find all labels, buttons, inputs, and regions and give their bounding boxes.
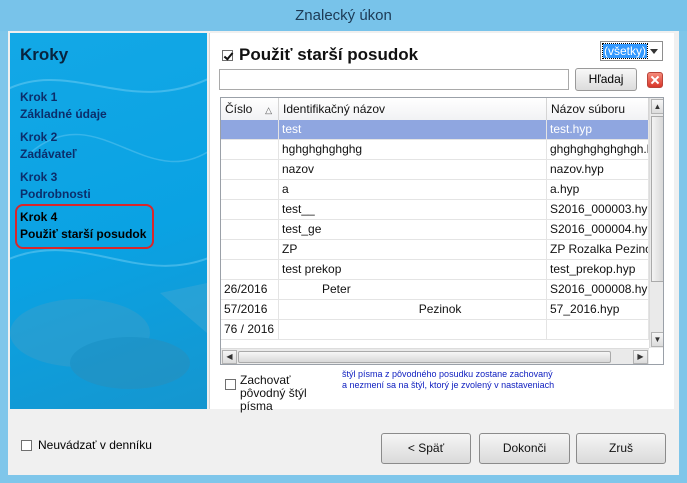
back-button[interactable]: < Späť — [381, 433, 471, 464]
column-header-file[interactable]: Názov súboru — [547, 98, 649, 120]
search-input[interactable] — [219, 69, 569, 90]
reports-table: Číslo △ Identifikačný názov Názov súboru… — [220, 97, 664, 365]
cell-file: test.hyp — [547, 120, 649, 139]
column-header-name[interactable]: Identifikačný názov — [279, 98, 547, 120]
step-number: Krok 2 — [20, 130, 58, 144]
column-header-label: Číslo — [225, 102, 253, 116]
table-header: Číslo △ Identifikačný názov Názov súboru — [221, 98, 649, 121]
cell-name: ZP — [279, 240, 547, 259]
cell-number: 26/2016 — [221, 280, 279, 299]
step-name: Zadávateľ — [20, 147, 77, 161]
keep-font-checkbox[interactable] — [225, 379, 236, 390]
table-row[interactable]: 57/2016 Pezinok 57_2016.hyp — [221, 300, 649, 320]
step-name: Použiť starší posudok — [20, 227, 147, 241]
no-log-checkbox[interactable] — [21, 440, 32, 451]
table-row[interactable]: a a.hyp — [221, 180, 649, 200]
cell-file: nazov.hyp — [547, 160, 649, 179]
step-number: Krok 4 — [20, 210, 58, 224]
step-4: Krok 4 Použiť starší posudok — [20, 209, 146, 243]
table-row[interactable]: test test.hyp — [221, 120, 649, 140]
cell-name: test__ — [279, 200, 547, 219]
cell-number — [221, 260, 279, 279]
cell-number — [221, 200, 279, 219]
scroll-up-icon[interactable]: ▲ — [651, 99, 663, 114]
steps-sidebar: Kroky Krok 1 Základné údaje Krok 2 Zadáv… — [10, 33, 207, 409]
table-row[interactable]: 76 / 2016 — [221, 320, 649, 340]
step-content-panel: Použiť starší posudok (všetky) Hľadaj Čí… — [209, 33, 674, 413]
no-log-label: Neuvádzať v denníku — [38, 438, 152, 452]
use-old-report-checkbox[interactable] — [222, 50, 233, 61]
cell-name: Pezinok — [279, 300, 547, 319]
cell-name: Peter — [279, 280, 547, 299]
dialog-client: Kroky Krok 1 Základné údaje Krok 2 Zadáv… — [8, 31, 679, 475]
clear-search-icon[interactable] — [647, 72, 663, 88]
cell-name: a — [279, 180, 547, 199]
search-button[interactable]: Hľadaj — [575, 68, 637, 91]
step-number: Krok 1 — [20, 90, 58, 104]
cell-name: test_ge — [279, 220, 547, 239]
cell-number — [221, 160, 279, 179]
sort-ascending-icon: △ — [265, 105, 272, 115]
cell-name: test prekop — [279, 260, 547, 279]
dialog-footer: Neuvádzať v denníku < Späť Dokonči Zruš — [8, 411, 679, 475]
keep-font-note: štýl písma z pôvodného posudku zostane z… — [342, 369, 555, 390]
keep-font-label: Zachovať pôvodný štýl písma — [240, 373, 307, 413]
chevron-down-icon — [650, 49, 658, 54]
cell-file: ghghghghghghgh.hyp — [547, 140, 649, 159]
cell-number — [221, 220, 279, 239]
cell-file: test_prekop.hyp — [547, 260, 649, 279]
cell-name: hghghghghghg — [279, 140, 547, 159]
finish-button[interactable]: Dokonči — [479, 433, 570, 464]
column-header-number[interactable]: Číslo △ — [221, 98, 279, 120]
table-body: testtest.hyphghghghghghgghghghghghghgh.h… — [221, 120, 649, 340]
step-3: Krok 3 Podrobnosti — [20, 169, 91, 203]
cell-file: S2016_000003.hyp — [547, 200, 649, 219]
table-row[interactable]: test__ S2016_000003.hyp — [221, 200, 649, 220]
cell-name — [279, 320, 547, 339]
cell-file: S2016_000004.hyp — [547, 220, 649, 239]
cell-number — [221, 180, 279, 199]
cell-file: 57_2016.hyp — [547, 300, 649, 319]
table-row[interactable]: ZPZP Rozalka Pezinok.hyp — [221, 240, 649, 260]
horizontal-scrollbar[interactable]: ◀ ▶ — [221, 348, 649, 364]
step-name: Základné údaje — [20, 107, 107, 121]
cell-number: 76 / 2016 — [221, 320, 279, 339]
cell-name: test — [279, 120, 547, 139]
horizontal-scroll-thumb[interactable] — [238, 351, 611, 363]
use-old-report-label: Použiť starší posudok — [239, 45, 419, 64]
cell-file: S2016_000008.hyp — [547, 280, 649, 299]
scroll-down-icon[interactable]: ▼ — [651, 332, 663, 347]
cancel-button[interactable]: Zruš — [576, 433, 666, 464]
cell-file — [547, 320, 649, 339]
table-row[interactable]: test prekop test_prekop.hyp — [221, 260, 649, 280]
cell-number — [221, 240, 279, 259]
cell-number: 57/2016 — [221, 300, 279, 319]
cell-name: nazov — [279, 160, 547, 179]
step-name: Podrobnosti — [20, 187, 91, 201]
step-2: Krok 2 Zadávateľ — [20, 129, 77, 163]
step-1: Krok 1 Základné údaje — [20, 89, 107, 123]
title-bar: Znalecký úkon — [0, 0, 687, 31]
vertical-scroll-thumb[interactable] — [651, 116, 663, 282]
table-row[interactable]: nazov nazov.hyp — [221, 160, 649, 180]
scroll-right-icon[interactable]: ▶ — [633, 350, 648, 364]
step-number: Krok 3 — [20, 170, 58, 184]
cell-file: a.hyp — [547, 180, 649, 199]
cell-number — [221, 140, 279, 159]
table-row[interactable]: hghghghghghgghghghghghghgh.hyp — [221, 140, 649, 160]
vertical-scrollbar[interactable]: ▲ ▼ — [649, 98, 663, 348]
window-title: Znalecký úkon — [295, 7, 392, 24]
sidebar-title: Kroky — [20, 45, 69, 64]
filter-value: (všetky) — [602, 43, 648, 59]
scroll-left-icon[interactable]: ◀ — [222, 350, 237, 364]
table-row[interactable]: test_ge S2016_000004.hyp — [221, 220, 649, 240]
cell-file: ZP Rozalka Pezinok.hyp — [547, 240, 649, 259]
filter-dropdown[interactable]: (všetky) — [600, 41, 663, 61]
cell-number — [221, 120, 279, 139]
table-row[interactable]: 26/2016 Peter S2016_000008.hyp — [221, 280, 649, 300]
